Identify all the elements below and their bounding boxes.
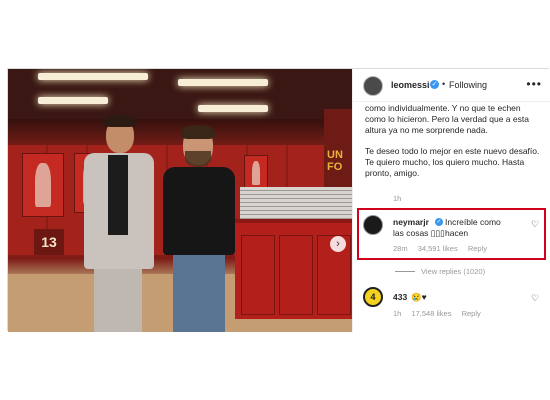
post-caption: como individualmente. Y no que te echen … [365, 103, 543, 189]
red-bench [235, 219, 352, 319]
verified-badge-icon: ✓ [435, 218, 443, 226]
comment-avatar[interactable] [363, 215, 383, 235]
person-left [80, 109, 158, 332]
next-photo-button[interactable]: › [330, 236, 346, 252]
player-poster [244, 155, 268, 191]
comment-username[interactable]: neymarjr [393, 217, 429, 227]
avatar[interactable] [363, 76, 383, 96]
heart-icon[interactable]: ♡ [531, 219, 539, 230]
comment-time: 1h [393, 309, 402, 318]
following-button[interactable]: Following [449, 80, 487, 90]
author-username[interactable]: leomessi [391, 80, 430, 90]
header-separator: • [442, 79, 446, 89]
comment-likes[interactable]: 34,591 likes [418, 244, 458, 253]
caption-paragraph: Te deseo todo lo mejor en este nuevo des… [365, 146, 540, 178]
comment-text: Increíble como hacen [445, 217, 501, 238]
post-side-panel: leomessi ✓ • Following ••• como individu… [352, 69, 550, 332]
ceiling-light [198, 105, 268, 112]
comment-likes[interactable]: 17,548 likes [411, 309, 451, 318]
post-photo[interactable]: UN FO 13 › [8, 69, 352, 332]
person-right [163, 125, 235, 332]
towel-stack [240, 187, 352, 223]
ceiling-light [38, 73, 148, 80]
comment-text: 😢♥ [411, 292, 427, 302]
divider [395, 271, 415, 272]
comment-meta: 28m 34,591 likes Reply [393, 244, 495, 253]
comment-time: 28m [393, 244, 408, 253]
ceiling-light [178, 79, 268, 86]
reply-button[interactable]: Reply [468, 244, 487, 253]
player-poster [22, 153, 64, 217]
ceiling-light [38, 97, 108, 104]
locker-number: 13 [34, 229, 64, 255]
view-replies-link[interactable]: View replies (1020) [421, 267, 485, 276]
verified-badge-icon: ✓ [430, 80, 439, 89]
caption-paragraph: como individualmente. Y no que te echen … [365, 103, 529, 135]
reply-button[interactable]: Reply [462, 309, 481, 318]
post-header: leomessi ✓ • Following ••• [353, 69, 550, 102]
caption-timestamp: 1h [393, 194, 402, 203]
comment-text: las cosas ▯▯▯ [393, 228, 445, 238]
heart-icon[interactable]: ♡ [531, 293, 539, 304]
comment-meta: 1h 17,548 likes Reply [393, 309, 489, 318]
comment-avatar[interactable]: 4 [363, 287, 383, 307]
more-options-icon[interactable]: ••• [526, 77, 542, 91]
instagram-post: UN FO 13 › leomessi ✓ • Following ••• co… [7, 68, 550, 332]
comment-username[interactable]: 433 [393, 292, 407, 302]
